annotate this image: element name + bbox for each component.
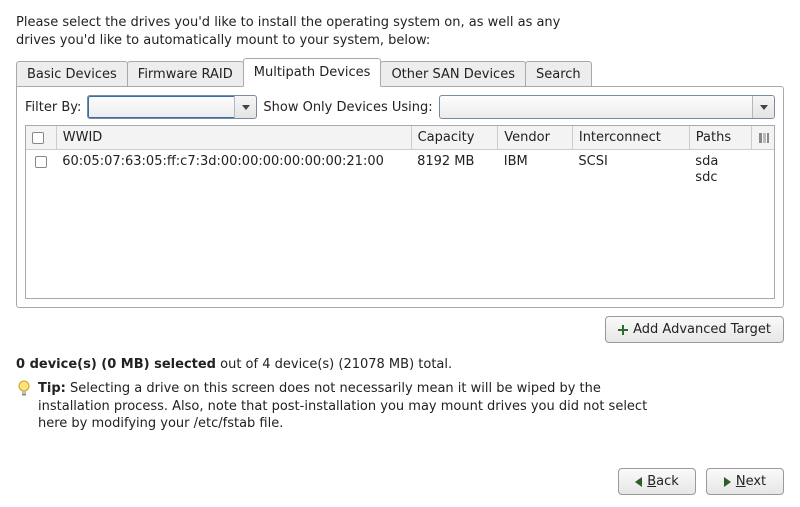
device-table: WWID Capacity Vendor Interconnect Paths	[25, 125, 775, 299]
button-label: Back	[647, 474, 679, 489]
table-header: WWID Capacity Vendor Interconnect Paths	[26, 126, 774, 150]
add-advanced-target-button[interactable]: Add Advanced Target	[605, 316, 784, 343]
tab-label: Other SAN Devices	[391, 67, 515, 82]
tab-multipath-devices[interactable]: Multipath Devices	[243, 58, 382, 87]
tab-search[interactable]: Search	[525, 61, 592, 87]
col-label: Interconnect	[579, 130, 661, 145]
next-button[interactable]: Next	[706, 468, 784, 495]
tab-label: Search	[536, 67, 581, 82]
tab-label: Firmware RAID	[138, 67, 233, 82]
tip-body: Selecting a drive on this screen does no…	[38, 381, 647, 431]
tab-firmware-raid[interactable]: Firmware RAID	[127, 61, 244, 87]
intro-line-1: Please select the drives you'd like to i…	[16, 15, 560, 30]
lightbulb-icon	[16, 380, 32, 402]
header-vendor[interactable]: Vendor	[498, 126, 573, 150]
filter-by-value[interactable]	[88, 96, 234, 118]
cell-interconnect: SCSI	[572, 150, 689, 191]
columns-config-icon	[758, 132, 768, 144]
header-paths[interactable]: Paths	[689, 126, 752, 150]
header-wwid[interactable]: WWID	[56, 126, 411, 150]
button-label: Next	[736, 474, 766, 489]
filter-by-combo[interactable]	[87, 95, 257, 119]
cell-paths: sda sdc	[689, 150, 752, 191]
button-label: Add Advanced Target	[633, 322, 771, 337]
show-only-combo[interactable]	[439, 95, 775, 119]
tab-pane-multipath: Filter By: Show Only Devices Using:	[16, 86, 784, 308]
chevron-down-icon[interactable]	[234, 96, 256, 118]
cell-vendor: IBM	[498, 150, 573, 191]
intro-line-2: drives you'd like to automatically mount…	[16, 33, 430, 48]
filter-by-label: Filter By:	[25, 100, 81, 115]
col-label: WWID	[63, 130, 103, 145]
tip: Tip: Selecting a drive on this screen do…	[16, 380, 656, 433]
header-select-all[interactable]	[26, 126, 56, 150]
tab-other-san-devices[interactable]: Other SAN Devices	[380, 61, 526, 87]
status-rest: out of 4 device(s) (21078 MB) total.	[216, 357, 452, 372]
wizard-footer: Back Next	[618, 468, 784, 495]
back-button[interactable]: Back	[618, 468, 696, 495]
header-configure-columns[interactable]	[752, 126, 774, 150]
path-entry: sdc	[695, 170, 717, 185]
tab-basic-devices[interactable]: Basic Devices	[16, 61, 128, 87]
table-actions: Add Advanced Target	[16, 316, 784, 343]
col-label: Capacity	[418, 130, 475, 145]
filter-row: Filter By: Show Only Devices Using:	[25, 95, 775, 119]
status-bold: 0 device(s) (0 MB) selected	[16, 357, 216, 372]
table-body: 60:05:07:63:05:ff:c7:3d:00:00:00:00:00:0…	[26, 150, 774, 191]
show-only-label: Show Only Devices Using:	[263, 100, 432, 115]
header-capacity[interactable]: Capacity	[411, 126, 498, 150]
tab-label: Basic Devices	[27, 67, 117, 82]
selection-status: 0 device(s) (0 MB) selected out of 4 dev…	[16, 357, 784, 372]
plus-icon	[618, 325, 628, 335]
table-row[interactable]: 60:05:07:63:05:ff:c7:3d:00:00:00:00:00:0…	[26, 150, 774, 191]
tab-label: Multipath Devices	[254, 65, 371, 80]
tip-label: Tip:	[38, 381, 66, 396]
row-checkbox[interactable]	[35, 156, 47, 168]
checkbox-icon[interactable]	[32, 132, 44, 144]
arrow-right-icon	[724, 477, 731, 487]
path-entry: sda	[695, 154, 718, 169]
chevron-down-icon[interactable]	[752, 96, 774, 118]
col-label: Paths	[696, 130, 731, 145]
show-only-value[interactable]	[440, 96, 752, 118]
tip-text: Tip: Selecting a drive on this screen do…	[38, 380, 656, 433]
installer-storage-page: Please select the drives you'd like to i…	[0, 0, 800, 507]
intro-text: Please select the drives you'd like to i…	[16, 14, 784, 49]
col-label: Vendor	[504, 130, 550, 145]
cell-capacity: 8192 MB	[411, 150, 498, 191]
arrow-left-icon	[635, 477, 642, 487]
header-interconnect[interactable]: Interconnect	[572, 126, 689, 150]
cell-wwid: 60:05:07:63:05:ff:c7:3d:00:00:00:00:00:0…	[56, 150, 411, 191]
device-tabs: Basic Devices Firmware RAID Multipath De…	[16, 57, 784, 86]
